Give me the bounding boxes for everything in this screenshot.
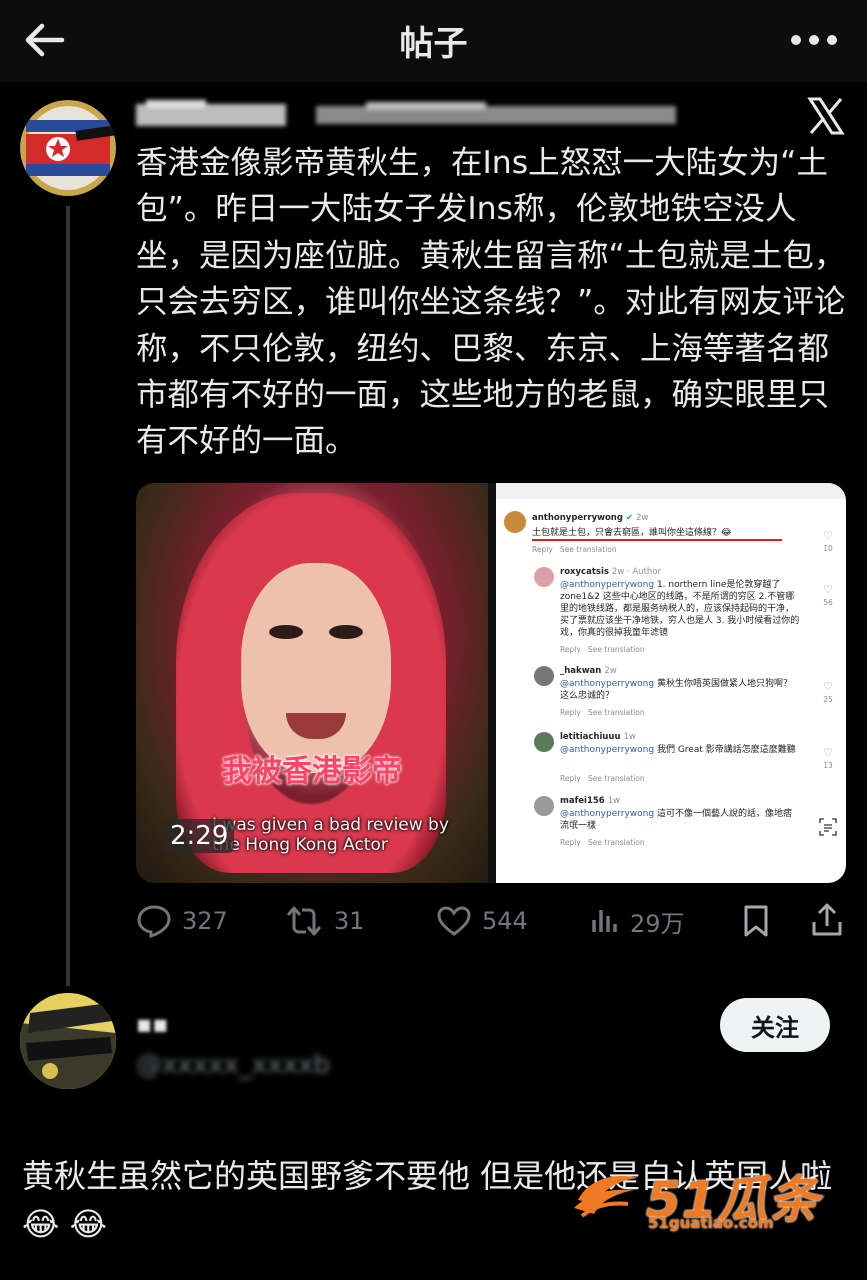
views-count: 29万 [630, 909, 685, 938]
comment-user: anthonyperrywong ✔ 2w [532, 513, 649, 523]
reply-count: 327 [182, 907, 228, 935]
top-bar: 帖子 [0, 0, 867, 82]
video-caption-en: I was given a bad review by the Hong Kon… [212, 815, 449, 855]
red-underline [532, 539, 782, 541]
retweet-icon [286, 906, 322, 936]
face-shape [241, 563, 391, 773]
watermark-logo-icon [574, 1176, 638, 1218]
comment-user: letitiachiuuu 1w [560, 732, 636, 742]
comment-text: @anthonyperrywong 1. northern line是伦敦穿越了… [560, 580, 800, 638]
comment-text: 土包就是土包，只會去窮區，誰叫你坐這條線？😂 [532, 528, 732, 538]
mouth-shape [286, 713, 346, 739]
heart-icon[interactable]: ♡ 56 [820, 583, 836, 609]
reply-icon [137, 905, 171, 938]
scan-text-icon[interactable] [818, 817, 838, 837]
views-chart-icon [592, 910, 617, 932]
comments-screenshot[interactable]: anthonyperrywong ✔ 2w 土包就是土包，只會去窮區，誰叫你坐這… [496, 483, 846, 883]
watermark-url: 51guatiao.com [648, 1214, 774, 1232]
heart-icon[interactable]: ♡ 10 [820, 529, 836, 555]
page-title: 帖子 [399, 24, 468, 64]
tweet-action-bar: 327 31 544 29万 [136, 896, 846, 946]
comment-meta: Reply See translation [560, 838, 645, 847]
bookmark-icon[interactable] [742, 904, 770, 938]
tweet-text: 香港金像影帝黄秋生，在Ins上怒怼一大陆女为“土包”。昨日一大陆女子发Ins称，… [136, 145, 846, 460]
comment-user: mafei156 1w [560, 796, 621, 806]
list-item: anthonyperrywong ✔ 2w 土包就是土包，只會去窮區，誰叫你坐這… [504, 511, 836, 559]
avatar[interactable] [20, 993, 116, 1089]
tweet-media[interactable]: 我被香港影帝 I was given a bad review by the H… [136, 483, 846, 883]
avatar [534, 666, 554, 686]
thread-line [66, 206, 70, 986]
list-item: roxycatsis 2w · Author @anthonyperrywong… [534, 567, 836, 657]
comment-text: @anthonyperrywong 我們 Great 影帝講話怎麼這麼難聽 [560, 745, 796, 755]
anime-avatar-image [20, 993, 116, 1089]
retweet-count: 31 [334, 907, 365, 935]
comment-meta: Reply See translation [560, 774, 645, 783]
like-button[interactable]: 544 [436, 896, 528, 946]
x-logo-icon [807, 97, 845, 135]
flag-avatar-image [20, 100, 116, 196]
list-item: _hakwan 2w @anthonyperrywong 黄秋生你唔英国做紧人地… [534, 666, 836, 722]
author-handle-redacted: @xxxxx_xxxxb [136, 1050, 330, 1080]
author-name-redacted: ▪︎▪︎ [136, 1010, 169, 1038]
share-icon[interactable] [810, 902, 844, 938]
comment-user: roxycatsis 2w · Author [560, 567, 661, 577]
reply-button[interactable]: 327 [136, 896, 228, 946]
like-count: 544 [482, 907, 528, 935]
more-dots-icon[interactable] [787, 20, 841, 60]
avatar [534, 567, 554, 587]
author-name-redacted [136, 100, 676, 126]
avatar [534, 732, 554, 752]
retweet-button[interactable]: 31 [284, 896, 365, 946]
comment-meta: Reply See translation [532, 545, 617, 554]
comment-meta: Reply See translation [560, 645, 645, 654]
comment-user: _hakwan 2w [560, 666, 617, 676]
follow-button[interactable]: 关注 [720, 998, 830, 1052]
comment-meta: Reply See translation [560, 708, 645, 717]
list-item: mafei156 1w @anthonyperrywong 這可不像一個藝人說的… [534, 796, 836, 852]
watermark: 51瓜条 51guatiao.com [568, 1160, 838, 1232]
list-item: letitiachiuuu 1w @anthonyperrywong 我們 Gr… [534, 732, 836, 788]
avatar [534, 796, 554, 816]
comment-text: @anthonyperrywong 黄秋生你唔英国做紧人地只狗啊？ 这么忠诚的？ [560, 679, 792, 701]
avatar [504, 511, 526, 533]
eye-shape [269, 625, 303, 639]
heart-icon [437, 906, 471, 936]
screenshot-header [496, 483, 846, 499]
comment-text: @anthonyperrywong 這可不像一個藝人說的話，像地痞流氓一樣 [560, 809, 792, 831]
video-caption-zh: 我被香港影帝 [222, 754, 402, 789]
heart-icon[interactable]: ♡ 13 [820, 746, 836, 772]
avatar[interactable] [20, 100, 116, 196]
views-button[interactable]: 29万 [590, 896, 685, 946]
video-duration: 2:29 [164, 819, 235, 853]
video-thumbnail[interactable]: 我被香港影帝 I was given a bad review by the H… [136, 483, 488, 883]
heart-icon[interactable]: ♡ 25 [820, 680, 836, 706]
eye-shape [329, 625, 363, 639]
